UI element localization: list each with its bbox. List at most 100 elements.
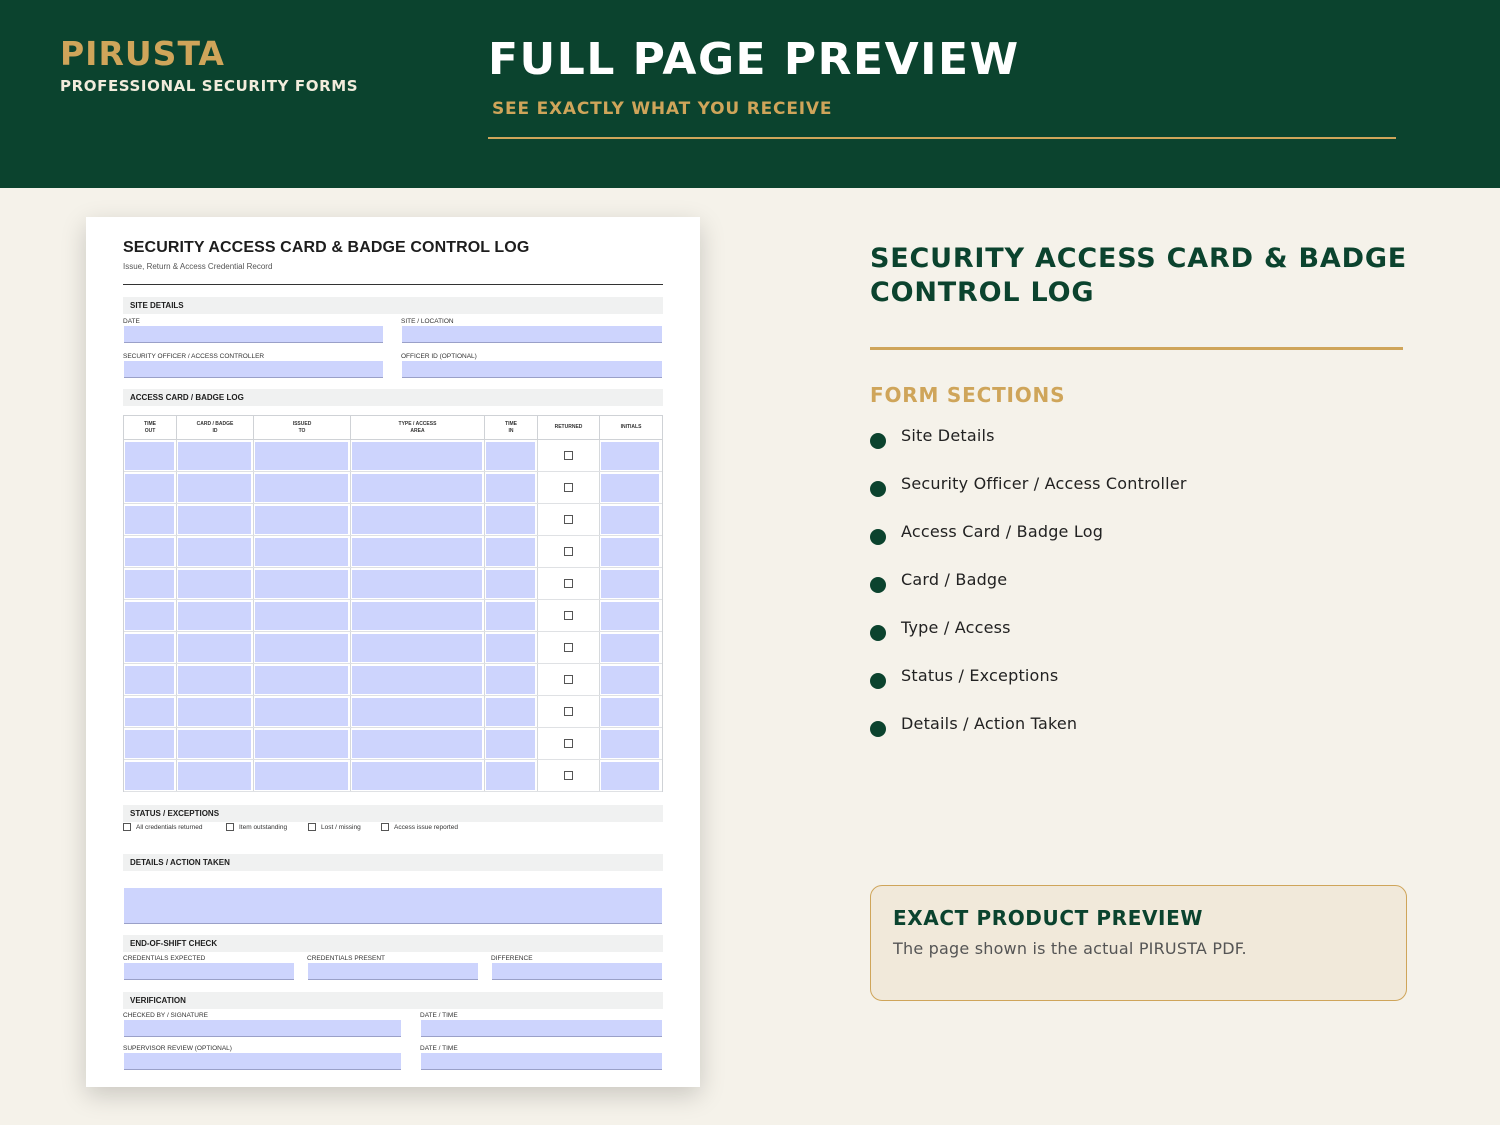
table-cell-input[interactable] bbox=[178, 666, 251, 694]
checkbox-icon[interactable] bbox=[308, 823, 316, 831]
table-cell-input[interactable] bbox=[255, 730, 348, 758]
table-cell-input[interactable] bbox=[125, 474, 174, 502]
table-cell-input[interactable] bbox=[125, 538, 174, 566]
checkbox-icon[interactable] bbox=[123, 823, 131, 831]
difference-field[interactable] bbox=[492, 963, 662, 980]
returned-checkbox[interactable] bbox=[564, 643, 573, 652]
table-cell-input[interactable] bbox=[486, 474, 535, 502]
table-cell-input[interactable] bbox=[125, 634, 174, 662]
supervisor-field[interactable] bbox=[124, 1053, 401, 1070]
status-option[interactable]: Item outstanding bbox=[226, 823, 287, 831]
callout-title: EXACT PRODUCT PREVIEW bbox=[893, 906, 1203, 930]
table-cell-input[interactable] bbox=[178, 634, 251, 662]
returned-checkbox[interactable] bbox=[564, 739, 573, 748]
table-cell-input[interactable] bbox=[486, 698, 535, 726]
table-cell-input[interactable] bbox=[601, 634, 659, 662]
table-cell-input[interactable] bbox=[125, 698, 174, 726]
present-field[interactable] bbox=[308, 963, 478, 980]
table-cell-input[interactable] bbox=[255, 698, 348, 726]
table-cell-input[interactable] bbox=[486, 570, 535, 598]
table-cell-input[interactable] bbox=[601, 698, 659, 726]
table-cell-input[interactable] bbox=[601, 506, 659, 534]
returned-checkbox[interactable] bbox=[564, 483, 573, 492]
table-cell-input[interactable] bbox=[352, 762, 482, 790]
table-cell-input[interactable] bbox=[352, 442, 482, 470]
table-cell-input[interactable] bbox=[352, 730, 482, 758]
table-cell-input[interactable] bbox=[255, 634, 348, 662]
table-cell-input[interactable] bbox=[486, 602, 535, 630]
table-cell-input[interactable] bbox=[486, 442, 535, 470]
table-cell-input[interactable] bbox=[255, 442, 348, 470]
details-textarea[interactable] bbox=[124, 888, 662, 924]
checkbox-icon[interactable] bbox=[226, 823, 234, 831]
date-field[interactable] bbox=[124, 326, 383, 343]
table-cell-input[interactable] bbox=[352, 538, 482, 566]
table-cell-input[interactable] bbox=[486, 538, 535, 566]
table-cell-input[interactable] bbox=[178, 698, 251, 726]
table-cell-input[interactable] bbox=[352, 698, 482, 726]
checkbox-icon[interactable] bbox=[381, 823, 389, 831]
site-location-field[interactable] bbox=[402, 326, 662, 343]
table-cell-input[interactable] bbox=[352, 506, 482, 534]
table-cell-input[interactable] bbox=[352, 570, 482, 598]
table-cell-input[interactable] bbox=[125, 442, 174, 470]
returned-checkbox[interactable] bbox=[564, 515, 573, 524]
table-cell-input[interactable] bbox=[178, 602, 251, 630]
table-cell-input[interactable] bbox=[352, 634, 482, 662]
table-cell-input[interactable] bbox=[255, 570, 348, 598]
table-cell-input[interactable] bbox=[178, 730, 251, 758]
table-cell-input[interactable] bbox=[178, 570, 251, 598]
table-cell-input[interactable] bbox=[255, 506, 348, 534]
status-option[interactable]: All credentials returned bbox=[123, 823, 202, 831]
table-cell-input[interactable] bbox=[486, 666, 535, 694]
table-cell-input[interactable] bbox=[255, 474, 348, 502]
table-cell-input[interactable] bbox=[601, 538, 659, 566]
table-cell-input[interactable] bbox=[601, 570, 659, 598]
status-option[interactable]: Access issue reported bbox=[381, 823, 458, 831]
officer-id-field[interactable] bbox=[402, 361, 662, 378]
table-cell-input[interactable] bbox=[352, 602, 482, 630]
table-row bbox=[124, 472, 662, 504]
date-time-field[interactable] bbox=[421, 1020, 662, 1037]
table-cell-input[interactable] bbox=[125, 666, 174, 694]
table-cell-input[interactable] bbox=[486, 730, 535, 758]
table-cell-input[interactable] bbox=[125, 602, 174, 630]
table-cell-input[interactable] bbox=[352, 666, 482, 694]
checked-by-field[interactable] bbox=[124, 1020, 401, 1037]
returned-checkbox[interactable] bbox=[564, 579, 573, 588]
table-cell-input[interactable] bbox=[178, 442, 251, 470]
table-cell-input[interactable] bbox=[601, 666, 659, 694]
table-cell-input[interactable] bbox=[601, 602, 659, 630]
table-cell-input[interactable] bbox=[178, 538, 251, 566]
table-cell-input[interactable] bbox=[125, 762, 174, 790]
table-cell-input[interactable] bbox=[486, 634, 535, 662]
expected-field[interactable] bbox=[124, 963, 294, 980]
table-cell-input[interactable] bbox=[255, 538, 348, 566]
table-cell-input[interactable] bbox=[255, 762, 348, 790]
status-option[interactable]: Lost / missing bbox=[308, 823, 361, 831]
returned-checkbox[interactable] bbox=[564, 547, 573, 556]
table-cell-input[interactable] bbox=[601, 762, 659, 790]
table-cell-input[interactable] bbox=[486, 506, 535, 534]
officer-field[interactable] bbox=[124, 361, 383, 378]
table-cell-input[interactable] bbox=[601, 442, 659, 470]
returned-checkbox[interactable] bbox=[564, 451, 573, 460]
col-issued-to: ISSUED TO bbox=[254, 416, 351, 439]
returned-checkbox[interactable] bbox=[564, 707, 573, 716]
table-cell-input[interactable] bbox=[255, 602, 348, 630]
date-time-field[interactable] bbox=[421, 1053, 662, 1070]
table-cell-input[interactable] bbox=[486, 762, 535, 790]
table-cell-input[interactable] bbox=[352, 474, 482, 502]
table-cell-input[interactable] bbox=[125, 730, 174, 758]
table-cell-input[interactable] bbox=[125, 570, 174, 598]
table-cell-input[interactable] bbox=[255, 666, 348, 694]
returned-checkbox[interactable] bbox=[564, 611, 573, 620]
returned-checkbox[interactable] bbox=[564, 771, 573, 780]
table-cell-input[interactable] bbox=[125, 506, 174, 534]
returned-checkbox[interactable] bbox=[564, 675, 573, 684]
table-cell-input[interactable] bbox=[601, 474, 659, 502]
table-cell-input[interactable] bbox=[178, 474, 251, 502]
table-cell-input[interactable] bbox=[178, 762, 251, 790]
table-cell-input[interactable] bbox=[601, 730, 659, 758]
table-cell-input[interactable] bbox=[178, 506, 251, 534]
